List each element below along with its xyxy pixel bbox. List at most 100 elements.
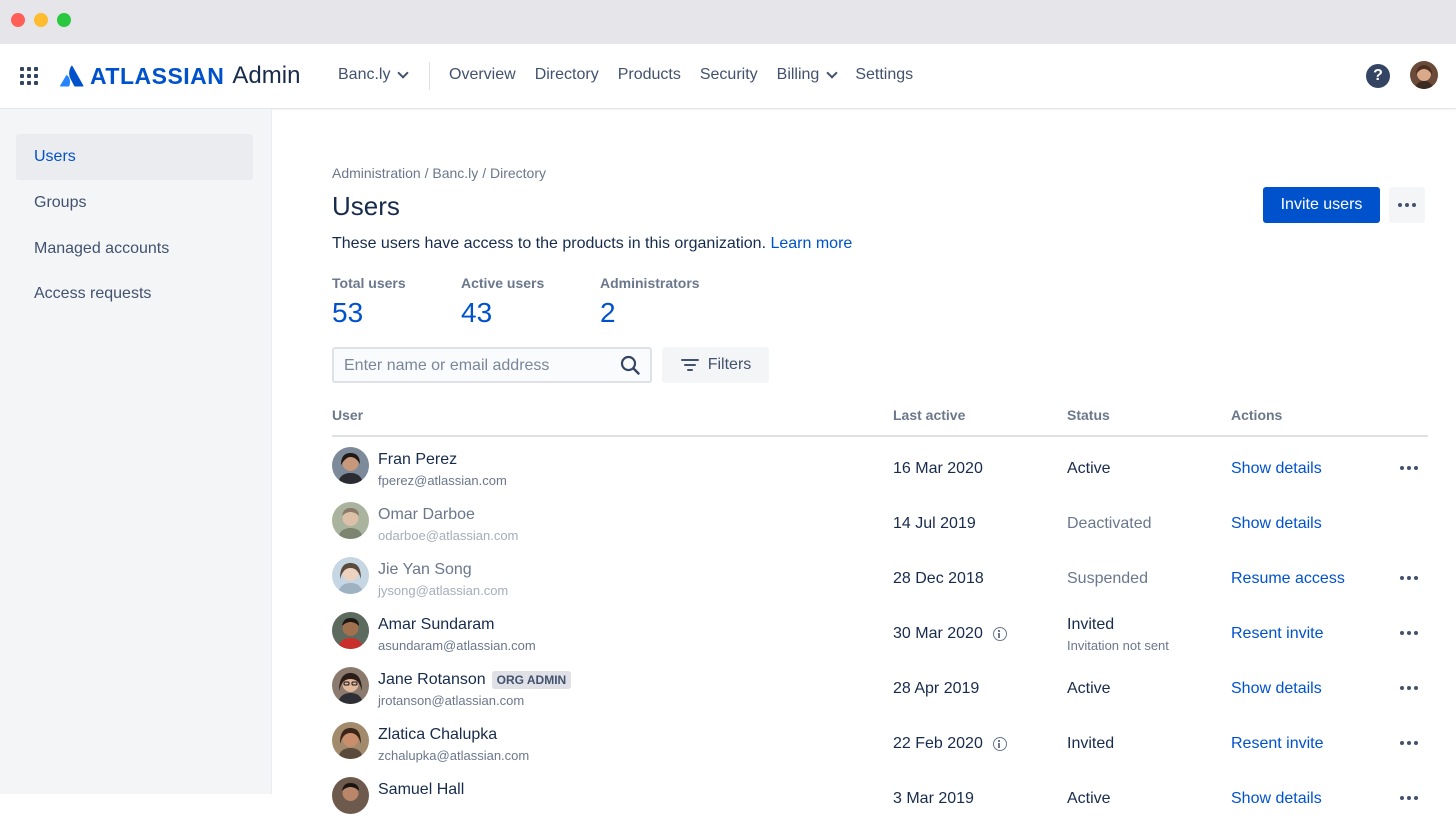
org-admin-badge: ORG ADMIN bbox=[491, 671, 572, 689]
org-switcher[interactable]: Banc.ly bbox=[338, 66, 410, 84]
stat-total-users: Total users 53 bbox=[332, 275, 406, 329]
breadcrumb-separator: / bbox=[424, 165, 429, 181]
table-row: Fran Perez fperez@atlassian.com 16 Mar 2… bbox=[332, 438, 1428, 493]
user-email: jysong@atlassian.com bbox=[378, 583, 509, 598]
avatar-image bbox=[332, 612, 369, 649]
user-name[interactable]: Fran Perez bbox=[378, 451, 457, 469]
column-header-status[interactable]: Status bbox=[1067, 407, 1110, 423]
user-avatar[interactable] bbox=[332, 557, 369, 594]
filters-button[interactable]: Filters bbox=[662, 347, 769, 383]
grid-icon[interactable] bbox=[20, 67, 38, 85]
help-icon[interactable]: ? bbox=[1366, 64, 1390, 88]
stat-label: Total users bbox=[332, 275, 406, 291]
invite-users-button[interactable]: Invite users bbox=[1263, 187, 1380, 223]
column-header-last-active[interactable]: Last active bbox=[893, 407, 965, 423]
status-subtext: Invitation not sent bbox=[1067, 638, 1169, 653]
user-name[interactable]: Omar Darboe bbox=[378, 506, 475, 524]
last-active: 16 Mar 2020 bbox=[893, 460, 983, 478]
stat-active-users: Active users 43 bbox=[461, 275, 544, 329]
atlassian-admin-logo[interactable]: ATLASSIAN Admin bbox=[60, 62, 300, 90]
nav-item-settings[interactable]: Settings bbox=[855, 66, 913, 84]
resend-invite-link[interactable]: Resent invite bbox=[1231, 735, 1324, 753]
user-name-text: Zlatica Chalupka bbox=[378, 726, 498, 743]
status-label: Invited bbox=[1067, 735, 1115, 752]
info-icon[interactable] bbox=[992, 737, 1007, 751]
stat-value: 2 bbox=[600, 297, 616, 328]
row-more-button[interactable] bbox=[1394, 788, 1424, 808]
nav-item-overview[interactable]: Overview bbox=[449, 66, 516, 84]
nav-item-label: Security bbox=[699, 66, 758, 83]
learn-more-link[interactable]: Learn more bbox=[770, 235, 852, 252]
nav-item-label: Products bbox=[617, 66, 681, 83]
avatar-image bbox=[332, 502, 369, 539]
table-row: Zlatica Chalupka zchalupka@atlassian.com… bbox=[332, 713, 1428, 768]
last-active-text: 3 Mar 2019 bbox=[893, 790, 974, 807]
breadcrumb-administration[interactable]: Administration bbox=[332, 165, 421, 181]
nav-item-billing[interactable]: Billing bbox=[777, 66, 838, 84]
user-avatar[interactable] bbox=[332, 722, 369, 759]
show-details-link[interactable]: Show details bbox=[1231, 680, 1322, 698]
breadcrumb-directory[interactable]: Directory bbox=[490, 165, 546, 181]
user-email: fperez@atlassian.com bbox=[378, 473, 507, 488]
user-avatar[interactable] bbox=[332, 667, 369, 704]
close-window-button[interactable] bbox=[11, 13, 25, 27]
profile-avatar[interactable] bbox=[1410, 61, 1438, 89]
row-more-button[interactable] bbox=[1394, 623, 1424, 643]
column-header-user[interactable]: User bbox=[332, 407, 363, 423]
user-name-text: Omar Darboe bbox=[378, 506, 475, 523]
sidebar-item-groups[interactable]: Groups bbox=[16, 180, 253, 226]
status-label: Deactivated bbox=[1067, 515, 1152, 532]
page-more-button[interactable] bbox=[1389, 187, 1425, 223]
search-icon[interactable] bbox=[620, 355, 640, 375]
avatar-image bbox=[1410, 61, 1438, 89]
more-icon bbox=[1400, 466, 1418, 470]
user-name[interactable]: Samuel Hall bbox=[378, 781, 464, 799]
minimize-window-button[interactable] bbox=[34, 13, 48, 27]
stat-value: 43 bbox=[461, 297, 493, 328]
show-details-link[interactable]: Show details bbox=[1231, 460, 1322, 478]
logo-product-name: Admin bbox=[232, 62, 301, 89]
zoom-window-button[interactable] bbox=[57, 13, 71, 27]
stat-label: Active users bbox=[461, 275, 545, 291]
sidebar: Users Groups Managed accounts Access req… bbox=[0, 109, 272, 794]
page-description: These users have access to the products … bbox=[332, 235, 852, 253]
last-active: 28 Apr 2019 bbox=[893, 680, 979, 698]
row-more-button[interactable] bbox=[1394, 678, 1424, 698]
nav-item-directory[interactable]: Directory bbox=[535, 66, 599, 84]
description-text: These users have access to the products … bbox=[332, 235, 767, 252]
info-icon[interactable] bbox=[992, 627, 1007, 641]
sidebar-item-access-requests[interactable]: Access requests bbox=[16, 271, 253, 317]
row-more-button[interactable] bbox=[1394, 458, 1424, 478]
user-name[interactable]: Zlatica Chalupka bbox=[378, 726, 497, 744]
user-name[interactable]: Amar Sundaram bbox=[378, 616, 495, 634]
more-icon bbox=[1400, 576, 1418, 580]
user-name[interactable]: Jane Rotanson ORG ADMIN bbox=[378, 671, 572, 689]
user-avatar[interactable] bbox=[332, 447, 369, 484]
resume-access-link[interactable]: Resume access bbox=[1231, 570, 1345, 588]
search-input[interactable] bbox=[342, 349, 616, 383]
sidebar-item-users[interactable]: Users bbox=[16, 134, 253, 180]
user-name[interactable]: Jie Yan Song bbox=[378, 561, 472, 579]
nav-item-products[interactable]: Products bbox=[618, 66, 681, 84]
user-avatar[interactable] bbox=[332, 502, 369, 539]
filter-icon bbox=[680, 359, 699, 371]
breadcrumb-org[interactable]: Banc.ly bbox=[432, 165, 478, 181]
last-active: 3 Mar 2019 bbox=[893, 790, 974, 808]
user-avatar[interactable] bbox=[332, 777, 369, 814]
sidebar-item-managed-accounts[interactable]: Managed accounts bbox=[16, 226, 253, 272]
column-header-actions: Actions bbox=[1231, 407, 1283, 423]
user-avatar[interactable] bbox=[332, 612, 369, 649]
show-details-link[interactable]: Show details bbox=[1231, 515, 1322, 533]
user-email: zchalupka@atlassian.com bbox=[378, 748, 530, 763]
nav-item-security[interactable]: Security bbox=[700, 66, 758, 84]
nav-item-label: Directory bbox=[534, 66, 599, 83]
row-more-button[interactable] bbox=[1394, 733, 1424, 753]
table-header: User Last active Status Actions bbox=[332, 407, 1428, 437]
row-more-button[interactable] bbox=[1394, 568, 1424, 588]
user-name-text: Jie Yan Song bbox=[378, 561, 472, 578]
user-name-text: Amar Sundaram bbox=[378, 616, 495, 633]
show-details-link[interactable]: Show details bbox=[1231, 790, 1322, 808]
resend-invite-link[interactable]: Resent invite bbox=[1231, 625, 1324, 643]
breadcrumb: Administration / Banc.ly / Directory bbox=[332, 165, 546, 181]
more-icon bbox=[1400, 631, 1418, 635]
